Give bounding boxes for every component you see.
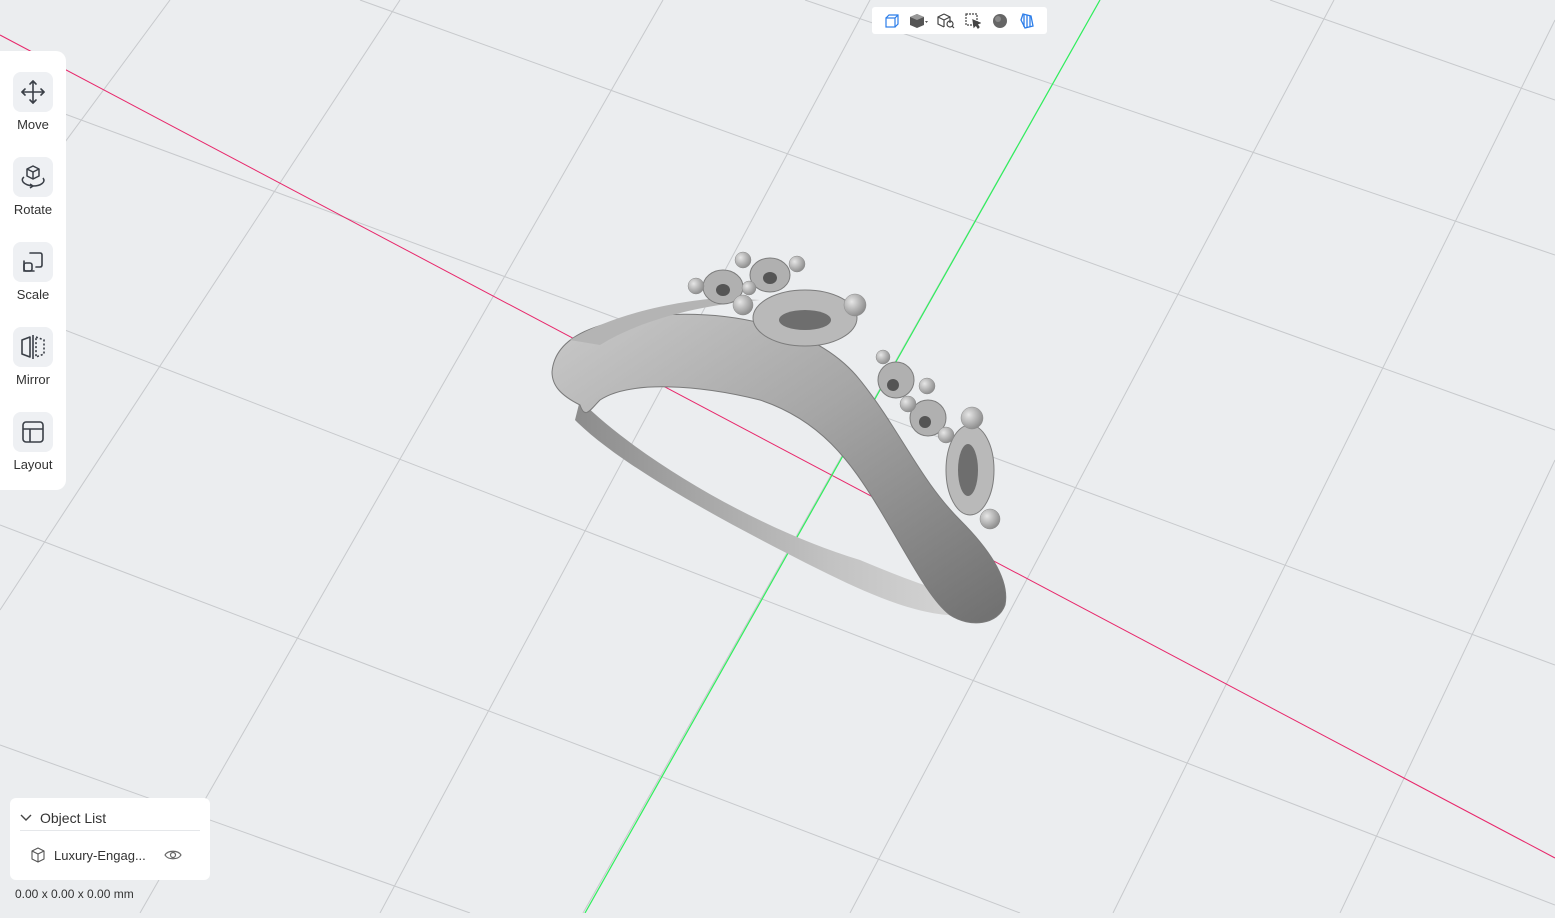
layout-label: Layout	[13, 457, 53, 472]
wireframe-cube-icon[interactable]	[881, 10, 903, 32]
sphere-icon[interactable]	[989, 10, 1011, 32]
move-arrows-icon	[13, 72, 53, 112]
cursor-select-icon[interactable]	[962, 10, 984, 32]
cube-search-icon[interactable]	[935, 10, 957, 32]
striped-shape-icon[interactable]	[1016, 10, 1038, 32]
view-toolbar	[872, 7, 1047, 34]
mirror-tool[interactable]: Mirror	[0, 327, 66, 399]
eye-icon[interactable]	[164, 849, 182, 861]
ring-model[interactable]	[0, 0, 1555, 913]
mirror-icon	[13, 327, 53, 367]
chevron-down-icon	[20, 814, 32, 821]
move-label: Move	[17, 117, 49, 132]
scale-label: Scale	[16, 287, 50, 302]
object-list-item[interactable]: Luxury-Engag...	[30, 844, 200, 866]
rotate-tool[interactable]: Rotate	[0, 157, 66, 229]
layout-tool[interactable]: Layout	[0, 412, 66, 484]
move-tool[interactable]: Move	[0, 72, 66, 144]
object-name: Luxury-Engag...	[54, 847, 146, 863]
object-list-header[interactable]: Object List	[20, 806, 200, 831]
3d-viewport[interactable]	[0, 0, 1555, 914]
mirror-label: Mirror	[16, 372, 50, 387]
dimensions-readout: 0.00 x 0.00 x 0.00 mm	[15, 887, 134, 901]
scale-tool[interactable]: Scale	[0, 242, 66, 314]
object-list-panel: Object List Luxury-Engag...	[10, 798, 210, 880]
object-list-title: Object List	[40, 810, 107, 826]
rotate-cube-icon	[13, 157, 53, 197]
solid-cube-dropdown-icon[interactable]	[908, 10, 930, 32]
layout-grid-icon	[13, 412, 53, 452]
cube-outline-icon	[31, 847, 45, 863]
tool-panel: Move Rotate Scale Mirror Layout	[0, 51, 66, 490]
scale-square-icon	[13, 242, 53, 282]
rotate-label: Rotate	[13, 202, 53, 217]
